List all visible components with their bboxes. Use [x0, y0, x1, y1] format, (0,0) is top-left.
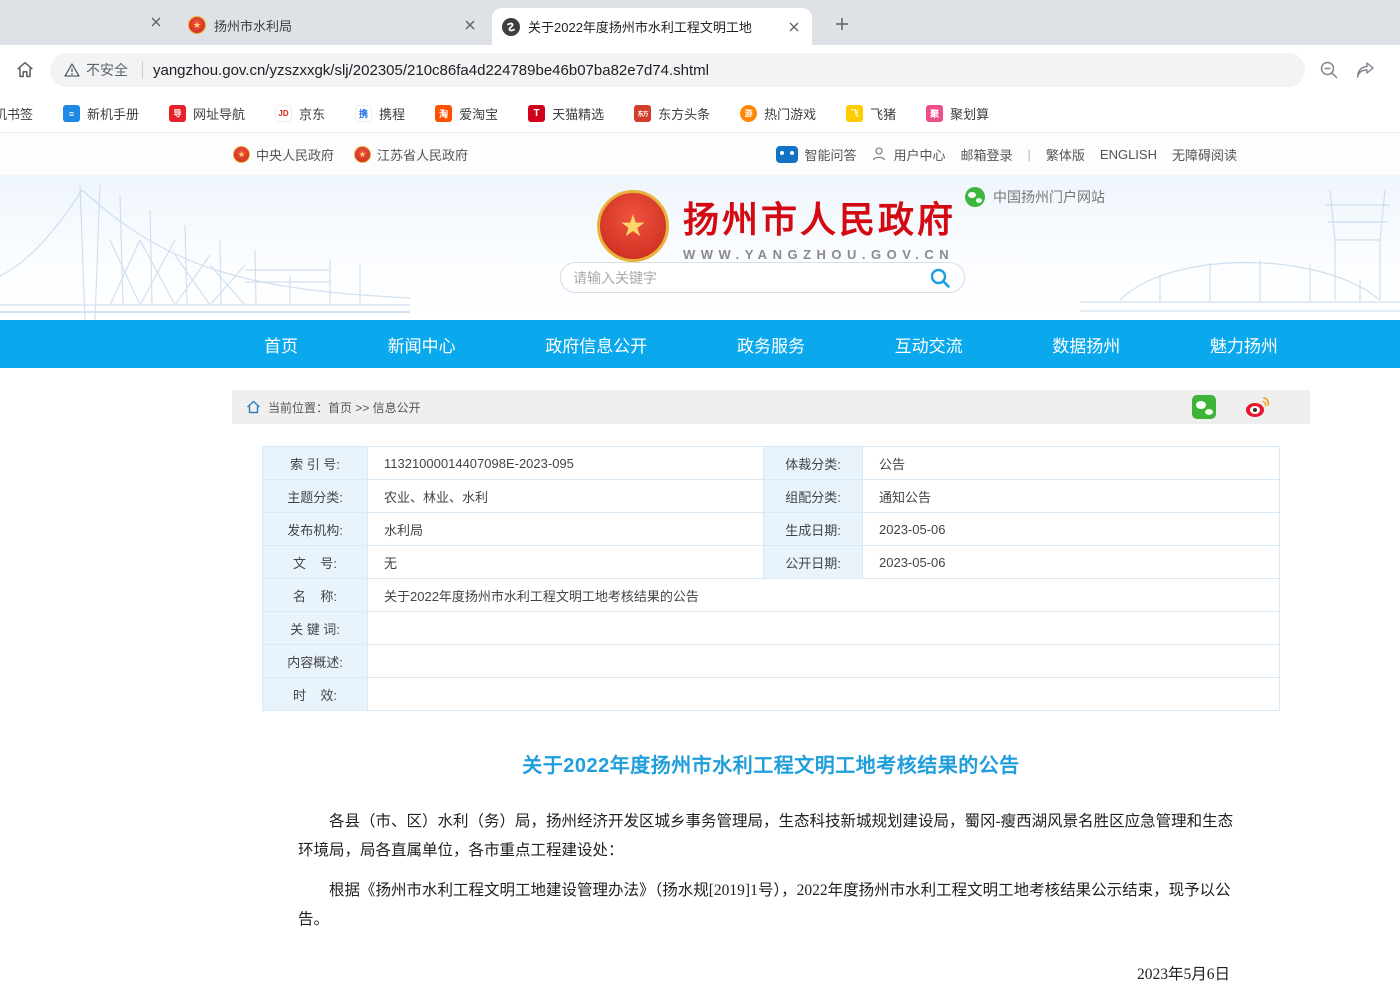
national-emblem-icon [597, 190, 669, 262]
juhuasuan-icon: 聚 [926, 105, 943, 122]
table-row: 发布机构: 水利局 生成日期: 2023-05-06 [262, 513, 1280, 546]
table-row: 名 称: 关于2022年度扬州市水利工程文明工地考核结果的公告 [262, 579, 1280, 612]
document-meta-table: 索 引 号: 11321000014407098E-2023-095 体裁分类:… [262, 446, 1280, 711]
browser-tab-active[interactable]: 关于2022年度扬州市水利工程文明工地 [492, 8, 812, 45]
smart-qa-link[interactable]: 智能问答 [776, 145, 856, 164]
article-paragraph: 根据《扬州市水利工程文明工地建设管理办法》（扬水规[2019]1号），2022年… [298, 877, 1244, 934]
portal-tag[interactable]: 中国扬州门户网站 [965, 187, 1105, 207]
table-row: 关 键 词: [262, 612, 1280, 645]
breadcrumb[interactable]: 当前位置：首页 >> 信息公开 [268, 399, 421, 416]
bridge-artwork [0, 180, 410, 320]
browser-toolbar: 不安全 yangzhou.gov.cn/yzszxxgk/slj/202305/… [0, 45, 1400, 95]
share-icon[interactable] [1355, 60, 1375, 80]
close-tab-icon[interactable] [786, 19, 802, 35]
article-paragraph: 各县（市、区）水利（务）局，扬州经济开发区城乡事务管理局，生态科技新城规划建设局… [298, 808, 1244, 865]
manual-icon: ≡ [63, 105, 80, 122]
table-row: 内容概述: [262, 645, 1280, 678]
ctrip-icon: 携 [355, 105, 372, 122]
bookmark-item[interactable]: 导 网址导航 [169, 104, 245, 123]
site-header-banner: 扬州市人民政府 WWW.YANGZHOU.GOV.CN 中国扬州门户网站 [0, 175, 1400, 320]
divider [142, 61, 143, 79]
user-center-link[interactable]: 用户中心 [871, 145, 945, 164]
tab-title: 扬州市水利局 [214, 16, 454, 35]
table-row: 时 效: [262, 678, 1280, 711]
url-text[interactable]: yangzhou.gov.cn/yzszxxgk/slj/202305/210c… [153, 62, 709, 79]
search-icon[interactable] [928, 266, 952, 290]
fliggy-icon: 飞 [846, 105, 863, 122]
nav-charm[interactable]: 魅力扬州 [1210, 332, 1278, 357]
security-label[interactable]: 不安全 [86, 60, 128, 80]
article-date: 2023年5月6日 [298, 961, 1244, 990]
content-container: 当前位置：首页 >> 信息公开 索 引 号: 11321000014407098… [232, 390, 1310, 997]
person-icon [871, 146, 887, 162]
gov-emblem-icon [233, 146, 250, 163]
close-tab-icon[interactable] [462, 17, 478, 33]
games-icon: 游 [740, 105, 757, 122]
nav-interaction[interactable]: 互动交流 [895, 332, 963, 357]
article-body: 各县（市、区）水利（务）局，扬州经济开发区城乡事务管理局，生态科技新城规划建设局… [232, 808, 1310, 997]
new-tab-button[interactable] [828, 10, 856, 38]
divider: | [1028, 147, 1031, 162]
accessibility-link[interactable]: 无障碍阅读 [1172, 145, 1237, 164]
site-logo[interactable]: 扬州市人民政府 WWW.YANGZHOU.GOV.CN [597, 190, 956, 262]
address-bar[interactable]: 不安全 yangzhou.gov.cn/yzszxxgk/slj/202305/… [50, 53, 1305, 87]
gov-emblem-favicon [188, 16, 206, 34]
bookmark-item[interactable]: 携 携程 [355, 104, 405, 123]
weibo-share-icon[interactable] [1244, 395, 1270, 419]
bookmark-item[interactable]: T 天猫精选 [528, 104, 604, 123]
jiangsu-gov-link[interactable]: 江苏省人民政府 [354, 145, 468, 164]
search-input[interactable] [573, 270, 928, 286]
browser-tab-inactive[interactable]: 扬州市水利局 [178, 8, 488, 42]
bridge-artwork [1080, 180, 1400, 320]
traditional-chinese-link[interactable]: 繁体版 [1046, 145, 1085, 164]
bookmark-item[interactable]: ≡ 新机手册 [63, 104, 139, 123]
bookmark-item[interactable]: 机书签 [0, 104, 33, 123]
mail-login-link[interactable]: 邮箱登录 [960, 145, 1012, 164]
gov-emblem-icon [354, 146, 371, 163]
site-url: WWW.YANGZHOU.GOV.CN [683, 247, 956, 262]
toutiao-icon: 东方 [634, 105, 651, 122]
bookmark-item[interactable]: 淘 爱淘宝 [435, 104, 498, 123]
table-row: 主题分类: 农业、林业、水利 组配分类: 通知公告 [262, 480, 1280, 513]
bookmark-item[interactable]: JD 京东 [275, 104, 325, 123]
home-icon [246, 400, 261, 414]
bookmarks-bar: 机书签 ≡ 新机手册 导 网址导航 JD 京东 携 携程 淘 爱淘宝 T 天猫精… [0, 95, 1400, 133]
tab-title: 关于2022年度扬州市水利工程文明工地 [528, 17, 778, 36]
central-gov-link[interactable]: 中央人民政府 [233, 145, 334, 164]
article-title: 关于2022年度扬州市水利工程文明工地考核结果的公告 [232, 749, 1310, 778]
nav-info-disclosure[interactable]: 政府信息公开 [545, 332, 647, 357]
robot-icon [776, 146, 798, 163]
site-search[interactable] [560, 262, 965, 293]
tmall-icon: T [528, 105, 545, 122]
bookmark-item[interactable]: 游 热门游戏 [740, 104, 816, 123]
nav-data[interactable]: 数据扬州 [1052, 332, 1120, 357]
english-link[interactable]: ENGLISH [1100, 147, 1157, 162]
close-tab-icon[interactable] [148, 14, 164, 30]
nav-news[interactable]: 新闻中心 [388, 332, 456, 357]
jd-icon: JD [275, 105, 292, 122]
home-icon[interactable] [14, 59, 36, 81]
browser-tab-strip: 扬州市水利局 关于2022年度扬州市水利工程文明工地 [0, 0, 1400, 45]
bookmark-item[interactable]: 东方 东方头条 [634, 104, 710, 123]
bookmark-item[interactable]: 聚 聚划算 [926, 104, 989, 123]
zoom-out-icon[interactable] [1319, 60, 1339, 80]
site-favicon [502, 18, 520, 36]
wechat-share-icon[interactable] [1192, 395, 1216, 419]
nav-home[interactable]: 首页 [264, 332, 298, 357]
nav-services[interactable]: 政务服务 [737, 332, 805, 357]
table-row: 索 引 号: 11321000014407098E-2023-095 体裁分类:… [262, 447, 1280, 480]
utility-bar: 中央人民政府 江苏省人民政府 智能问答 用户中心 邮箱登录 | 繁体版 ENGL… [0, 133, 1400, 175]
bookmark-item[interactable]: 飞 飞猪 [846, 104, 896, 123]
table-row: 文 号: 无 公开日期: 2023-05-06 [262, 546, 1280, 579]
not-secure-icon [64, 62, 80, 78]
taobao-icon: 淘 [435, 105, 452, 122]
wechat-icon [965, 187, 985, 207]
site-title: 扬州市人民政府 [683, 191, 956, 243]
site-nav-icon: 导 [169, 105, 186, 122]
main-nav: 首页 新闻中心 政府信息公开 政务服务 互动交流 数据扬州 魅力扬州 [0, 320, 1400, 368]
breadcrumb-bar: 当前位置：首页 >> 信息公开 [232, 390, 1310, 424]
